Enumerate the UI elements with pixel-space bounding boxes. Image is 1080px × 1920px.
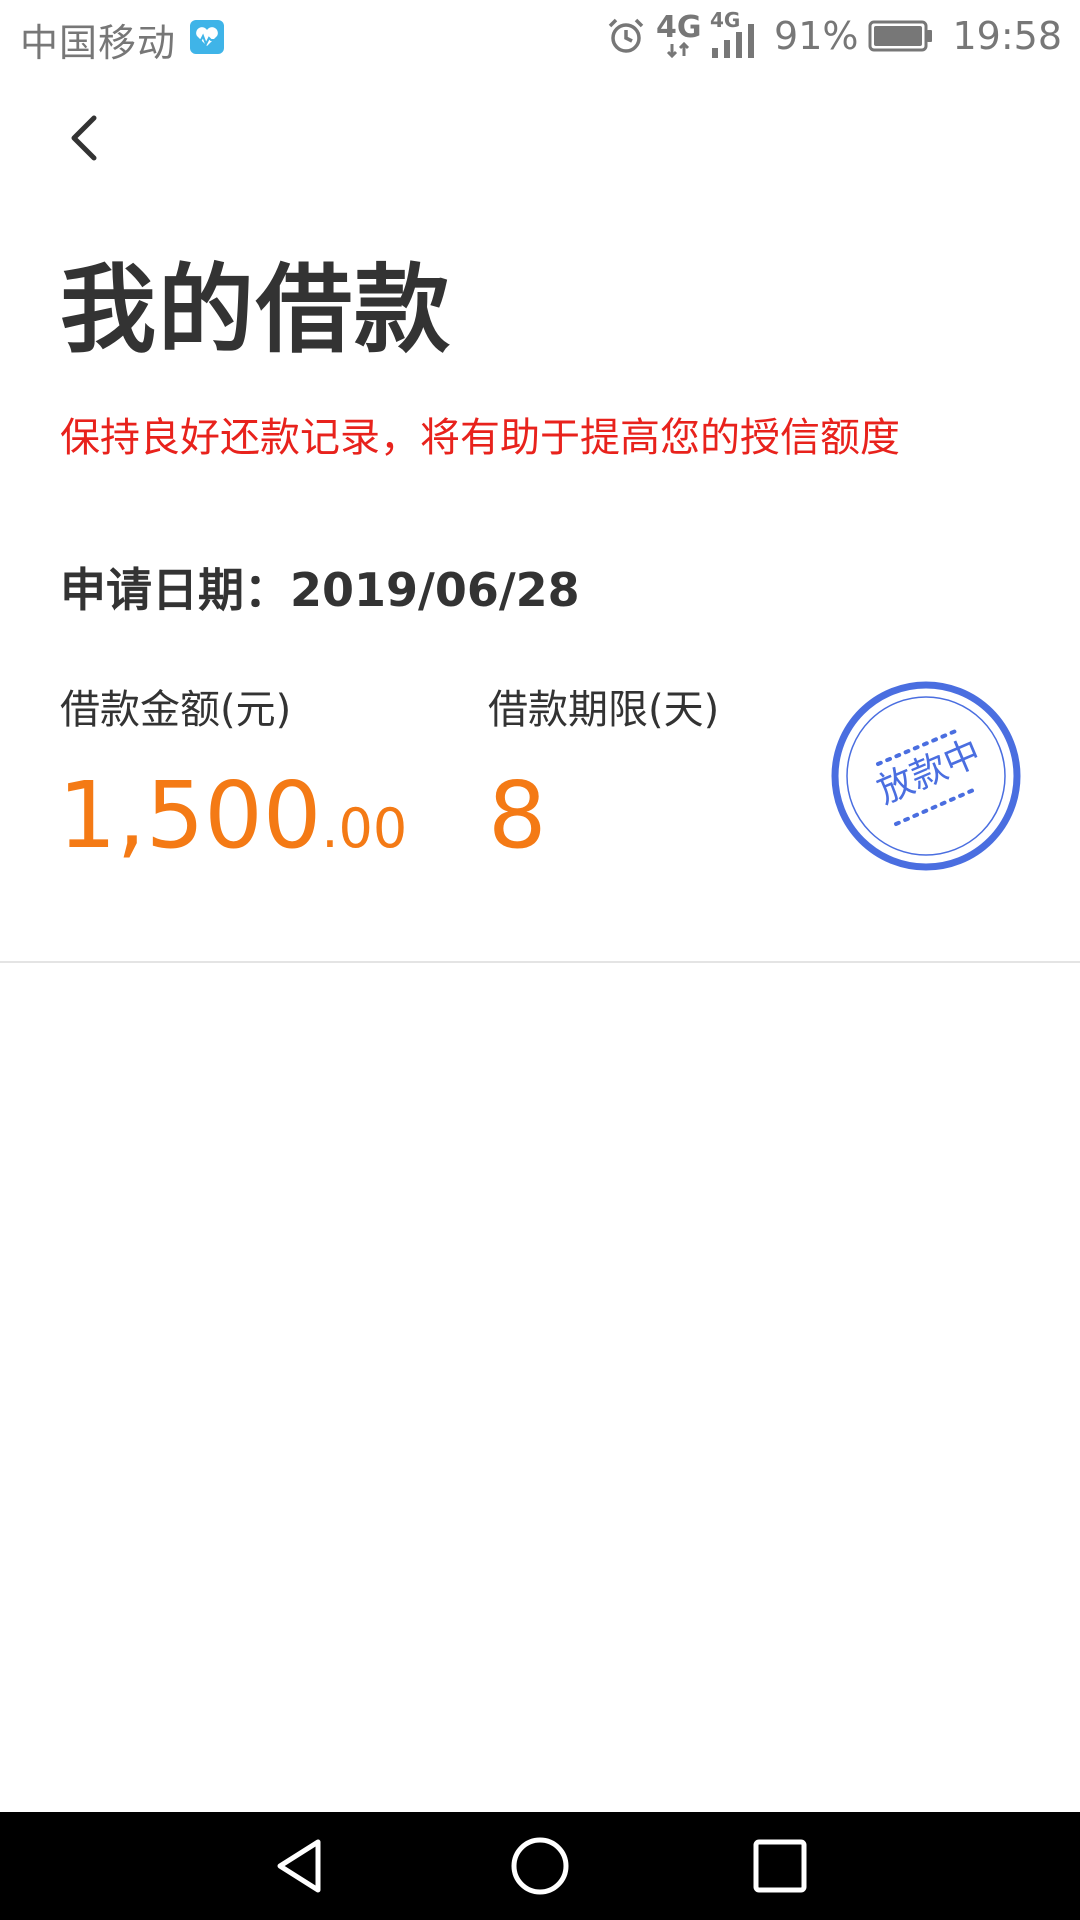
status-stamp-text: 放款中	[871, 732, 986, 812]
apply-date-row: 申请日期：2019/06/28	[60, 562, 580, 618]
status-bar: 中国移动 4G 4G 91% 19:58	[0, 0, 1080, 72]
apply-date-value: 2019/06/28	[290, 563, 580, 617]
loan-amount-value: 1,500.00	[58, 770, 407, 862]
status-time: 19:58	[952, 14, 1062, 58]
loan-amount-label: 借款金额(元)	[60, 687, 292, 733]
status-icons: 4G 4G 91% 19:58	[606, 8, 1062, 60]
health-icon	[190, 20, 224, 54]
nav-back-icon[interactable]	[266, 1832, 334, 1900]
battery-percent: 91%	[774, 14, 859, 58]
page-title: 我的借款	[60, 254, 452, 366]
battery-icon	[868, 20, 933, 52]
section-divider	[0, 961, 1080, 963]
system-nav-bar	[0, 1812, 1080, 1920]
loan-detail-screen: 中国移动 4G 4G 91% 19:58 我的借款 保持良好还款记录，将有助于提…	[0, 0, 1080, 1920]
alarm-icon	[608, 18, 644, 53]
loan-term-label: 借款期限(天)	[488, 687, 720, 733]
nav-recent-icon[interactable]	[746, 1832, 814, 1900]
credit-tip: 保持良好还款记录，将有助于提高您的授信额度	[60, 415, 900, 461]
apply-date-label: 申请日期：	[60, 563, 290, 617]
data-4g-icon: 4G	[656, 10, 702, 60]
nav-home-icon[interactable]	[506, 1832, 574, 1900]
loan-amount-decimal: .00	[321, 797, 408, 860]
network-label-1: 4G	[656, 10, 702, 45]
loan-amount-integer: 1,500	[58, 762, 322, 869]
back-arrow-icon[interactable]	[60, 108, 110, 168]
loan-term-value: 8	[488, 762, 547, 869]
status-stamp: 放款中	[831, 681, 1021, 871]
carrier-name: 中国移动	[20, 21, 177, 65]
signal-icon: 4G	[710, 8, 758, 60]
